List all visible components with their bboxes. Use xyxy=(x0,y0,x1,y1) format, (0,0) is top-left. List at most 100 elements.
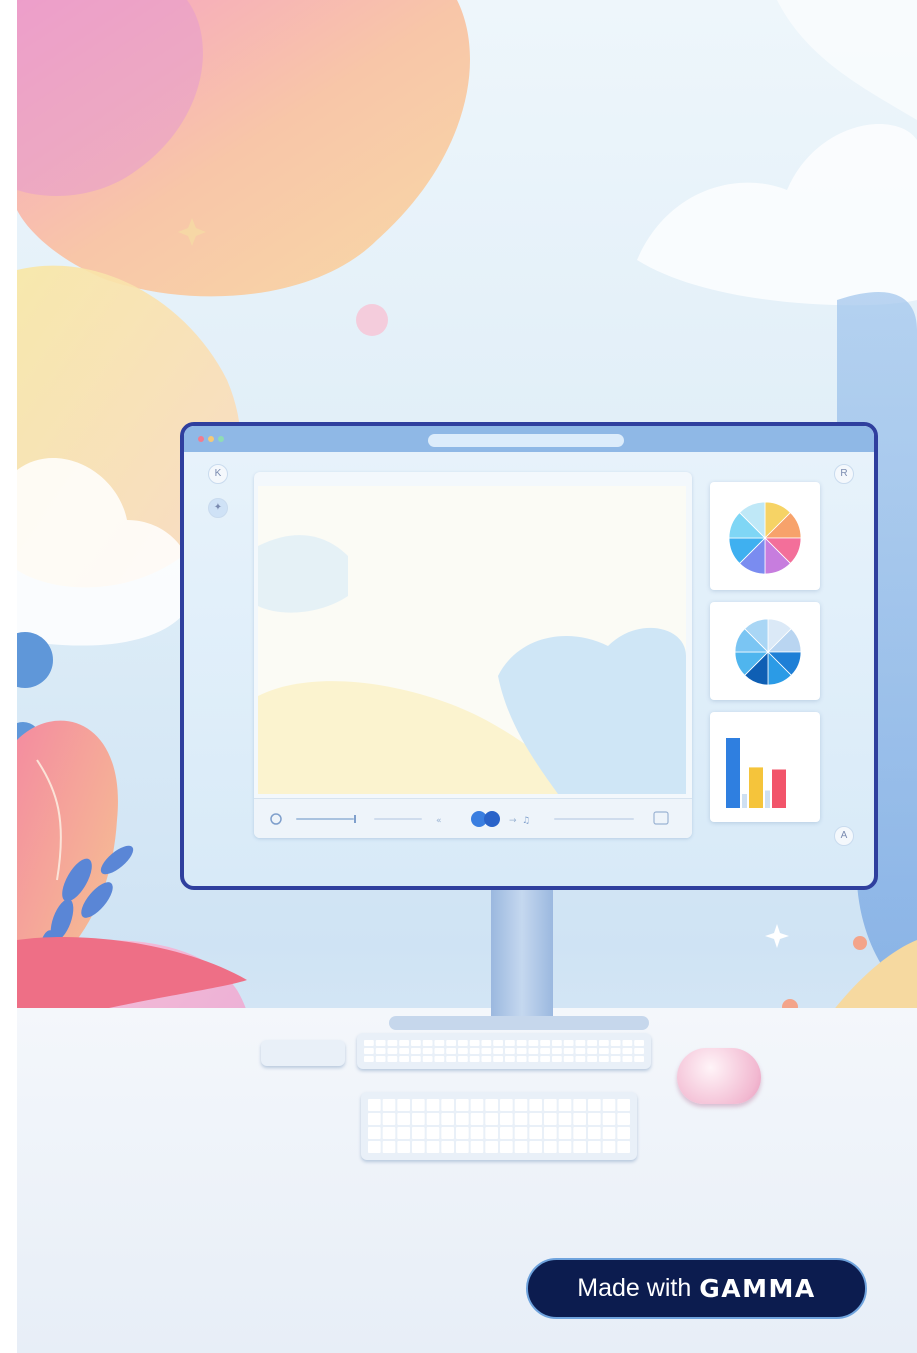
keyboard-key xyxy=(528,1056,539,1062)
maximize-dot[interactable] xyxy=(218,436,224,442)
keyboard-key xyxy=(458,1048,468,1054)
gamma-logo: GAMMA xyxy=(699,1274,816,1303)
keyboard-key xyxy=(610,1048,621,1054)
pause-icon[interactable] xyxy=(484,811,500,827)
expand-icon[interactable]: R xyxy=(834,464,854,484)
keyboard-key xyxy=(368,1099,381,1111)
settings-icon[interactable] xyxy=(270,813,282,825)
keyboard-key xyxy=(617,1113,630,1125)
chart-card-bar[interactable] xyxy=(710,712,820,822)
keyboard-key xyxy=(599,1048,609,1054)
keyboard-key xyxy=(387,1056,398,1062)
pin-icon[interactable]: ✦ xyxy=(208,498,228,518)
keyboard-key xyxy=(411,1056,421,1062)
made-with-gamma-badge[interactable]: Made with GAMMA xyxy=(526,1258,867,1319)
keyboard-key xyxy=(412,1113,425,1125)
keyboard-key xyxy=(397,1099,410,1111)
monitor-stand-base xyxy=(389,1016,649,1030)
keyboard-key xyxy=(529,1099,542,1111)
seek-handle[interactable] xyxy=(354,815,356,823)
volume-icon[interactable]: ♫ xyxy=(522,816,530,826)
fullscreen-icon[interactable] xyxy=(653,811,669,825)
made-with-label: Made with xyxy=(577,1274,692,1302)
keyboard-key xyxy=(588,1113,601,1125)
keyboard-key xyxy=(558,1099,572,1111)
keyboard-key xyxy=(617,1127,630,1139)
keyboard-top xyxy=(357,1033,651,1069)
keyboard-key xyxy=(397,1127,410,1139)
collapse-icon[interactable]: K xyxy=(208,464,228,484)
keyboard-key xyxy=(412,1141,425,1153)
keyboard-key xyxy=(602,1113,616,1125)
keyboard-key xyxy=(544,1099,557,1111)
keyboard-key xyxy=(575,1048,586,1054)
playback-control-bar: « → ♫ xyxy=(270,811,669,827)
keyboard-key xyxy=(544,1113,557,1125)
keyboard-key xyxy=(458,1040,468,1046)
keyboard-key xyxy=(573,1099,586,1111)
document-canvas[interactable] xyxy=(258,486,686,794)
keyboard-key xyxy=(382,1141,396,1153)
keyboard-key xyxy=(469,1040,480,1046)
keyboard-key xyxy=(587,1048,597,1054)
keyboard-key xyxy=(456,1141,469,1153)
keyboard-key xyxy=(412,1099,425,1111)
chart-card-pie-2[interactable] xyxy=(710,602,820,700)
minimize-dot[interactable] xyxy=(208,436,214,442)
keyboard-key xyxy=(485,1141,498,1153)
keyboard-key xyxy=(505,1040,515,1046)
bar-2 xyxy=(749,767,763,808)
keyboard-key xyxy=(610,1040,621,1046)
volume-track[interactable] xyxy=(554,818,634,820)
svg-text:«: « xyxy=(436,816,442,826)
playback-controls: « → ♫ xyxy=(254,798,692,838)
keyboard-key xyxy=(411,1048,421,1054)
bar-chart xyxy=(726,738,786,808)
address-bar[interactable] xyxy=(428,434,624,447)
keyboard-key xyxy=(422,1056,433,1062)
keyboard-key xyxy=(375,1040,386,1046)
keyboard-key xyxy=(599,1056,609,1062)
keyboard-key xyxy=(470,1127,484,1139)
keyboard-key xyxy=(529,1141,542,1153)
small-keypad xyxy=(261,1040,345,1066)
keyboard-key xyxy=(529,1127,542,1139)
seek-track[interactable] xyxy=(296,818,354,820)
keyboard-key xyxy=(481,1048,492,1054)
keyboard-key xyxy=(505,1048,515,1054)
keyboard-key xyxy=(540,1040,550,1046)
close-dot[interactable] xyxy=(198,436,204,442)
monitor-stand xyxy=(491,890,553,1020)
keyboard-key xyxy=(634,1056,644,1062)
document-editor: « → ♫ xyxy=(254,472,692,838)
keyboard-key xyxy=(622,1056,633,1062)
keyboard-key xyxy=(375,1056,386,1062)
keyboard-key xyxy=(544,1127,557,1139)
keyboard-bottom-keys xyxy=(368,1099,630,1153)
keyboard-key xyxy=(540,1056,550,1062)
keyboard-key xyxy=(514,1099,528,1111)
keyboard-key xyxy=(441,1113,454,1125)
keyboard-key xyxy=(563,1048,574,1054)
keyboard-key xyxy=(434,1056,445,1062)
keyboard-key xyxy=(456,1113,469,1125)
bar-4 xyxy=(772,769,786,808)
keyboard-key xyxy=(617,1141,630,1153)
keyboard-key xyxy=(514,1141,528,1153)
keyboard-key xyxy=(540,1048,550,1054)
keyboard-key xyxy=(456,1099,469,1111)
keyboard-key xyxy=(411,1040,421,1046)
corner-icon[interactable]: A xyxy=(834,826,854,846)
keyboard-key xyxy=(558,1113,572,1125)
keyboard-key xyxy=(552,1056,562,1062)
keyboard-key xyxy=(364,1056,374,1062)
keyboard-key xyxy=(602,1127,616,1139)
keyboard-key xyxy=(469,1048,480,1054)
keyboard-key xyxy=(481,1040,492,1046)
keyboard-top-keys xyxy=(364,1040,644,1062)
svg-text:→: → xyxy=(509,816,517,826)
keyboard-key xyxy=(573,1141,586,1153)
keyboard-key xyxy=(399,1040,409,1046)
keyboard-key xyxy=(588,1141,601,1153)
chart-card-pie-1[interactable] xyxy=(710,482,820,590)
